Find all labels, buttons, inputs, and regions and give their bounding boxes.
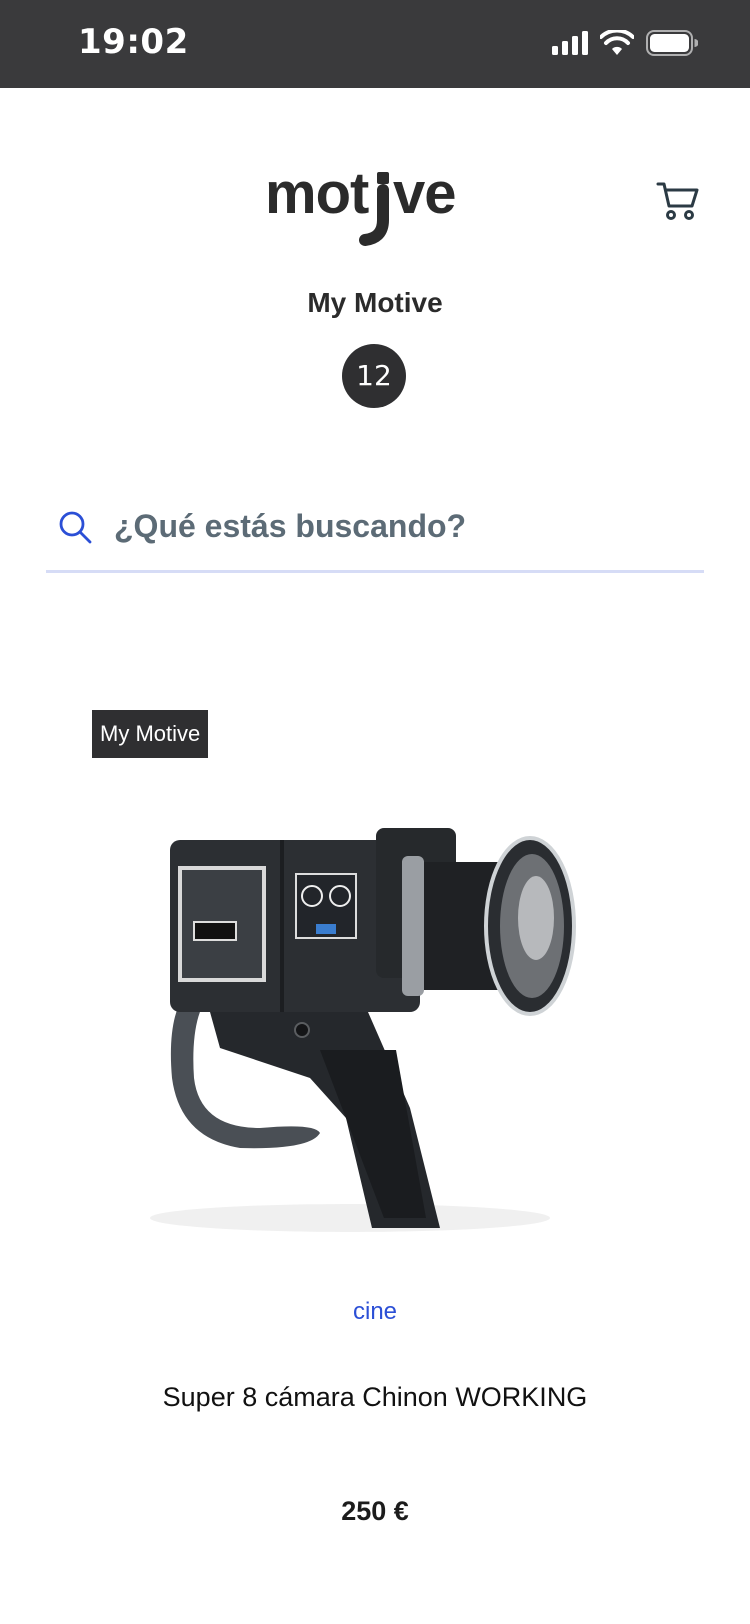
product-name[interactable]: Super 8 cámara Chinon WORKING bbox=[92, 1382, 658, 1413]
motive-logo[interactable]: mot ve bbox=[265, 158, 485, 248]
product-price: 250 € bbox=[341, 1496, 409, 1526]
cart-icon[interactable] bbox=[656, 178, 700, 222]
signal-icon bbox=[552, 31, 588, 55]
search-input[interactable] bbox=[112, 500, 696, 552]
svg-text:ve: ve bbox=[393, 161, 456, 226]
search-bar[interactable] bbox=[46, 490, 704, 573]
status-bar: 19:02 bbox=[0, 0, 750, 88]
product-image[interactable] bbox=[110, 778, 650, 1248]
header: mot ve bbox=[0, 88, 750, 258]
product-category-link[interactable]: cine bbox=[92, 1298, 658, 1326]
product-card[interactable]: My Motive cine Super 8 cámara Chinon WOR… bbox=[92, 708, 658, 1538]
page-title: My Motive bbox=[307, 287, 443, 318]
count-badge: 12 bbox=[342, 344, 406, 408]
status-icons bbox=[552, 30, 698, 56]
svg-text:mot: mot bbox=[265, 161, 369, 226]
product-tag: My Motive bbox=[92, 710, 209, 758]
search-icon[interactable] bbox=[58, 510, 92, 544]
status-time: 19:02 bbox=[78, 22, 189, 62]
battery-icon bbox=[646, 30, 698, 56]
wifi-icon bbox=[600, 30, 634, 55]
